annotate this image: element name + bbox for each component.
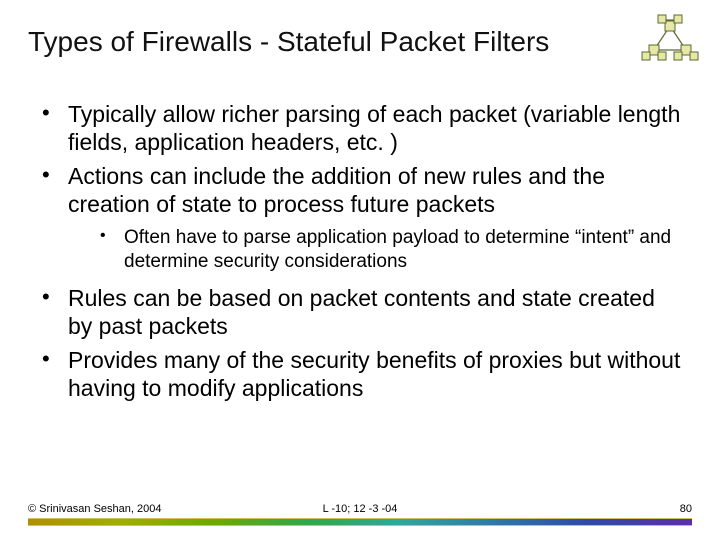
footer-lecture-id: L -10; 12 -3 -04	[323, 503, 398, 515]
bullet-item: Actions can include the addition of new …	[36, 162, 684, 274]
sub-bullet-item: Often have to parse application payload …	[68, 226, 684, 274]
slide-footer: © Srinivasan Seshan, 2004 L -10; 12 -3 -…	[0, 495, 720, 515]
slide-logo-icon	[638, 14, 702, 67]
slide-title: Types of Firewalls - Stateful Packet Fil…	[28, 26, 630, 58]
bullet-item: Provides many of the security benefits o…	[36, 346, 684, 402]
slide-body: Typically allow richer parsing of each p…	[36, 100, 684, 408]
bullet-item: Rules can be based on packet contents an…	[36, 284, 684, 340]
footer-page-number: 80	[680, 503, 692, 515]
bullet-item: Typically allow richer parsing of each p…	[36, 100, 684, 156]
bullet-text: Actions can include the addition of new …	[68, 163, 605, 217]
footer-copyright: © Srinivasan Seshan, 2004	[28, 503, 161, 515]
decorative-divider	[28, 518, 692, 526]
slide: Types of Firewalls - Stateful Packet Fil…	[0, 0, 720, 540]
